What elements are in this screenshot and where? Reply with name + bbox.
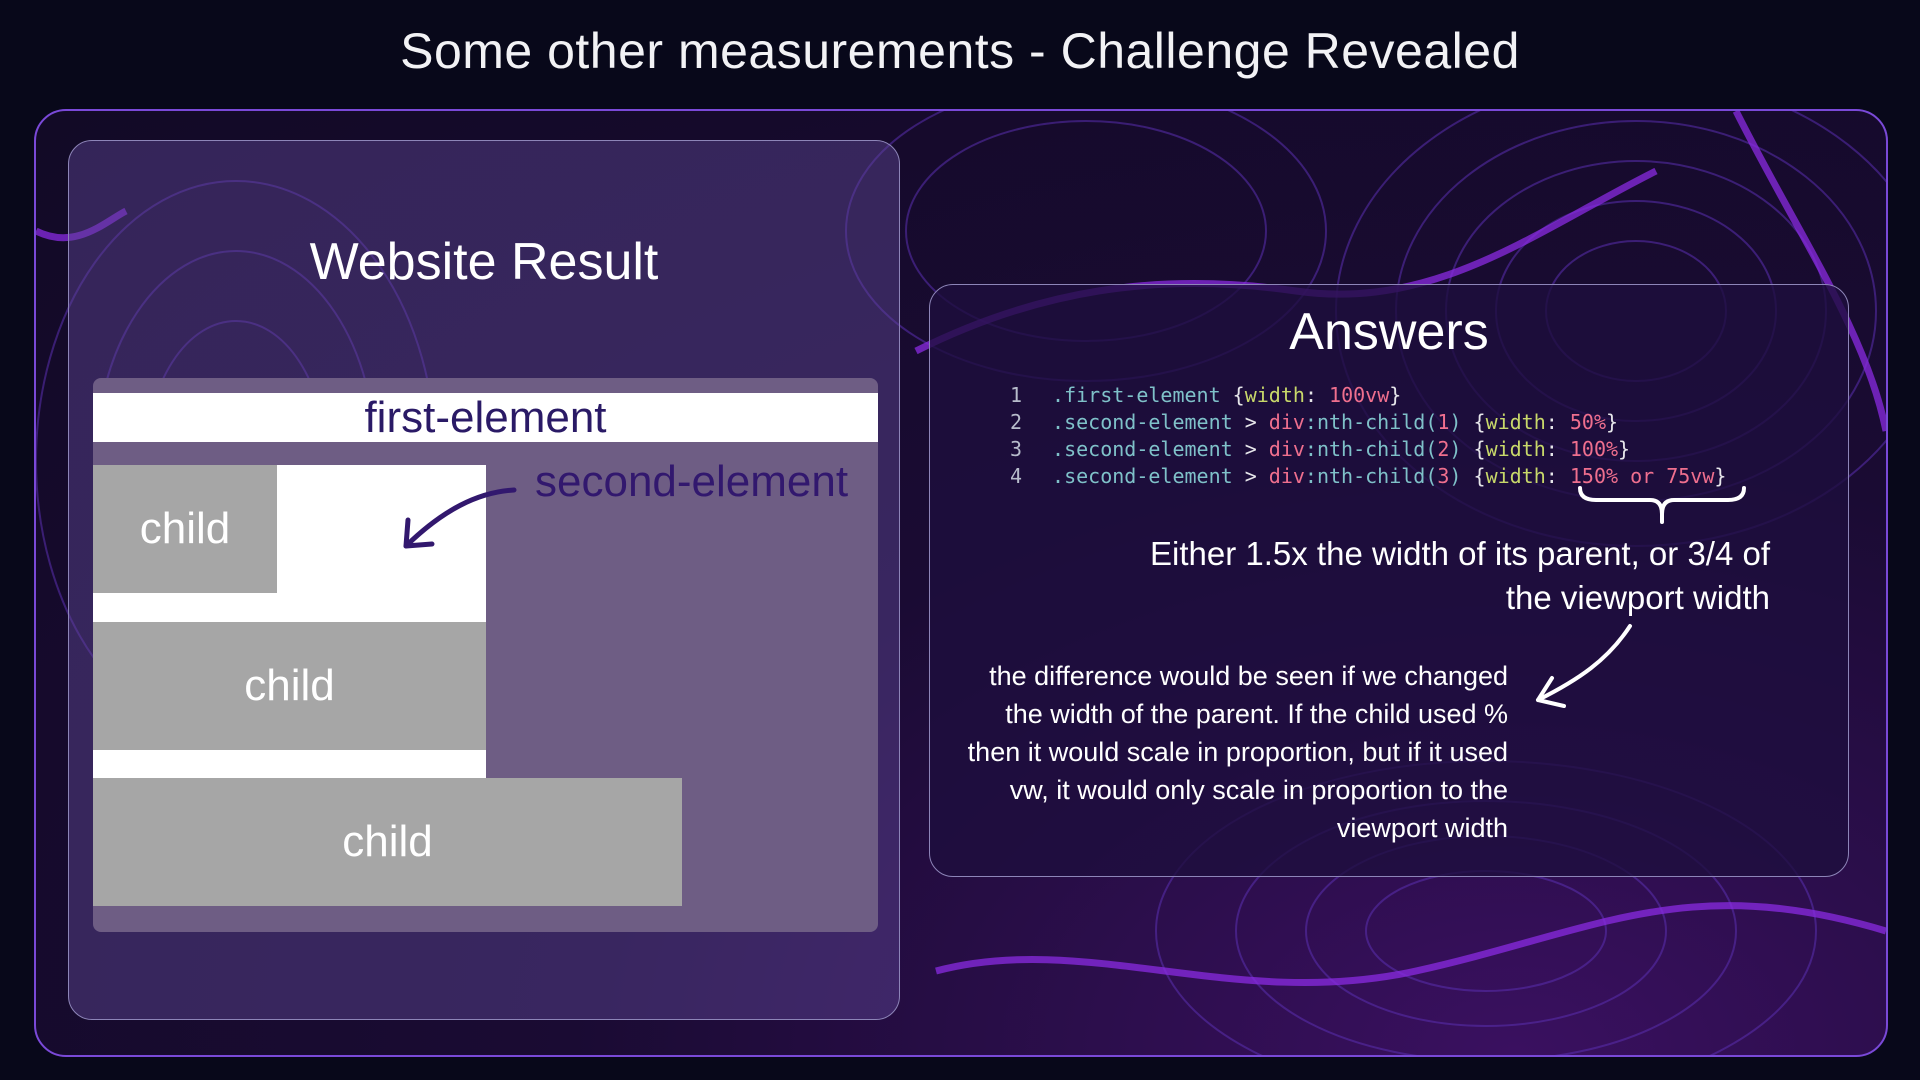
difference-note: the difference would be seen if we chang…	[967, 661, 1508, 843]
child-box-3: child	[93, 778, 682, 906]
curly-brace-icon	[1578, 486, 1746, 524]
code-line-3: 3 .second-element > div:nth-child(2) {wi…	[1010, 437, 1631, 461]
first-element-box: first-element	[93, 393, 878, 442]
code-line-1: 1 .first-element {width: 100vw}	[1010, 383, 1402, 407]
page-title: Some other measurements - Challenge Reve…	[400, 23, 1520, 79]
curved-arrow-icon	[403, 487, 517, 549]
website-result-title: Website Result	[309, 233, 659, 291]
code-line-2: 2 .second-element > div:nth-child(1) {wi…	[1010, 410, 1619, 434]
answers-title: Answers	[1289, 303, 1489, 361]
child-box-1: child	[93, 465, 277, 593]
curved-arrow-icon	[1536, 624, 1632, 708]
code-block: 1 .first-element {width: 100vw} 2 .second…	[1010, 382, 1726, 490]
child-box-2: child	[93, 622, 486, 750]
second-element-label: second-element	[535, 457, 849, 506]
answer-explanation: Either 1.5x the width of its parent, or …	[1150, 535, 1771, 616]
